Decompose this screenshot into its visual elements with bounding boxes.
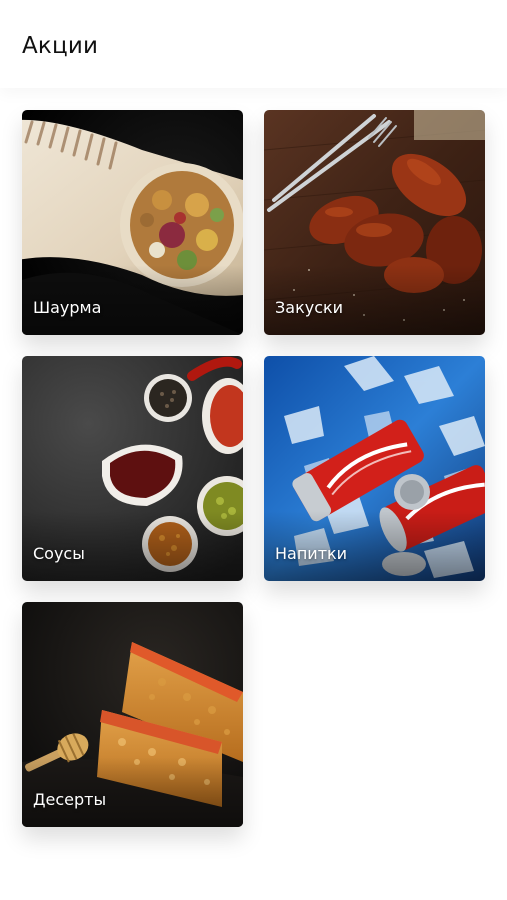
- promotions-screen: Акции Шаурма Закуски Соусы Напитки Десер…: [0, 0, 507, 900]
- app-header: Акции: [0, 0, 507, 88]
- category-label: Соусы: [33, 544, 85, 563]
- category-label: Напитки: [275, 544, 348, 563]
- category-card-snacks[interactable]: Закуски: [264, 110, 485, 335]
- page-title: Акции: [22, 33, 99, 59]
- category-card-sauces[interactable]: Соусы: [22, 356, 243, 581]
- category-label: Шаурма: [33, 298, 102, 317]
- category-label: Закуски: [275, 298, 344, 317]
- category-card-desserts[interactable]: Десерты: [22, 602, 243, 827]
- category-label: Десерты: [33, 790, 107, 809]
- category-card-shawarma[interactable]: Шаурма: [22, 110, 243, 335]
- category-card-drinks[interactable]: Напитки: [264, 356, 485, 581]
